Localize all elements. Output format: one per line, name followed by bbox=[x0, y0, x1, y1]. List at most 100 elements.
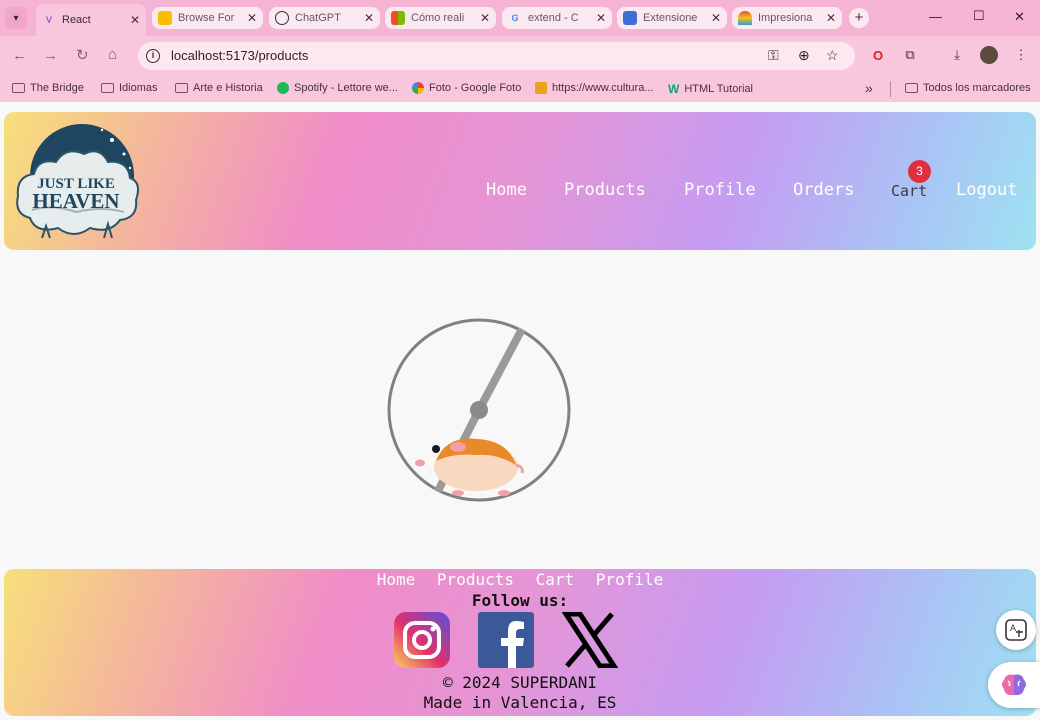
nav-cart[interactable]: Cart bbox=[891, 182, 927, 200]
tab-title: extend - C bbox=[528, 12, 579, 24]
all-bookmarks[interactable]: Todos los marcadores bbox=[905, 82, 1031, 94]
bookmarks-divider bbox=[890, 81, 891, 97]
footer-link-profile[interactable]: Profile bbox=[596, 570, 663, 589]
footer-nav: Home Products Cart Profile bbox=[4, 570, 1036, 589]
home-icon[interactable]: ⌂ bbox=[108, 46, 117, 63]
folder-icon bbox=[175, 83, 188, 93]
nav-profile[interactable]: Profile bbox=[684, 180, 756, 200]
x-twitter-icon[interactable] bbox=[562, 612, 618, 668]
bookmarks-bar: The Bridge Idiomas Arte e Historia Spoti… bbox=[0, 76, 1040, 102]
maximize-icon[interactable]: ☐ bbox=[973, 8, 985, 24]
bookmark-html-tutorial[interactable]: W HTML Tutorial bbox=[668, 82, 753, 96]
site-header: JUST LIKE HEAVEN Home Products Profile O… bbox=[4, 112, 1036, 250]
bookmark-label: Foto - Google Foto bbox=[429, 82, 522, 94]
google-photos-icon bbox=[412, 82, 424, 94]
bookmark-cultura[interactable]: https://www.cultura... bbox=[535, 82, 653, 94]
forward-icon[interactable]: → bbox=[43, 47, 58, 64]
bookmark-spotify[interactable]: Spotify - Lettore we... bbox=[277, 82, 398, 94]
logo-text-bottom: HEAVEN bbox=[32, 189, 119, 213]
tab-react[interactable]: V React ✕ bbox=[36, 4, 146, 36]
bookmark-label: Spotify - Lettore we... bbox=[294, 82, 398, 94]
nav-products[interactable]: Products bbox=[564, 180, 646, 200]
folder-icon bbox=[101, 83, 114, 93]
puzzle-icon bbox=[623, 11, 637, 25]
tab-strip: ▾ V React ✕ Browse For ✕ ChatGPT ✕ Cómo … bbox=[0, 0, 1040, 36]
bookmark-label: https://www.cultura... bbox=[552, 82, 654, 94]
follow-us-label: Follow us: bbox=[471, 591, 569, 610]
tab-title: ChatGPT bbox=[295, 12, 341, 24]
facebook-icon[interactable] bbox=[478, 612, 534, 668]
more-bookmarks-icon[interactable]: » bbox=[865, 80, 873, 96]
tab-title: Cómo reali bbox=[411, 12, 465, 24]
site-info-icon[interactable]: i bbox=[146, 49, 160, 63]
site-footer: Home Products Cart Profile Follow us: © … bbox=[4, 569, 1036, 716]
tab-impresiona[interactable]: Impresiona ✕ bbox=[732, 7, 842, 29]
svg-text:A: A bbox=[1010, 623, 1016, 633]
avatar[interactable] bbox=[980, 46, 998, 64]
close-window-icon[interactable]: ✕ bbox=[1014, 9, 1025, 25]
bookmark-label: The Bridge bbox=[30, 82, 84, 94]
bookmark-label: Todos los marcadores bbox=[923, 82, 1031, 94]
tab-search-button[interactable]: ▾ bbox=[5, 7, 27, 29]
bookmark-label: Idiomas bbox=[119, 82, 158, 94]
reload-icon[interactable]: ↻ bbox=[76, 46, 89, 64]
extensions-icon[interactable]: ⧉ bbox=[901, 46, 919, 64]
bookmark-arte[interactable]: Arte e Historia bbox=[175, 82, 263, 94]
footer-link-cart[interactable]: Cart bbox=[536, 570, 575, 589]
footer-link-home[interactable]: Home bbox=[377, 570, 416, 589]
tab-extensiones[interactable]: Extensione ✕ bbox=[617, 7, 727, 29]
folder-icon bbox=[905, 83, 918, 93]
folder-icon bbox=[12, 83, 25, 93]
chatgpt-icon bbox=[275, 11, 289, 25]
new-tab-button[interactable]: + bbox=[849, 8, 869, 28]
tab-como[interactable]: Cómo reali ✕ bbox=[385, 7, 496, 29]
spotify-icon bbox=[277, 82, 289, 94]
close-icon[interactable]: ✕ bbox=[596, 11, 606, 25]
instagram-icon[interactable] bbox=[394, 612, 450, 668]
footer-link-products[interactable]: Products bbox=[437, 570, 514, 589]
close-icon[interactable]: ✕ bbox=[364, 11, 374, 25]
microsoft-icon bbox=[391, 11, 405, 25]
nav-home[interactable]: Home bbox=[486, 180, 527, 200]
url-text[interactable]: localhost:5173/products bbox=[171, 48, 308, 63]
tab-title: Impresiona bbox=[758, 12, 813, 24]
google-drive-icon bbox=[158, 11, 172, 25]
bookmark-label: HTML Tutorial bbox=[684, 83, 753, 95]
brain-assistant-icon[interactable] bbox=[988, 662, 1040, 708]
made-in-text: Made in Valencia, ES bbox=[423, 693, 617, 712]
rainbow-icon bbox=[738, 11, 752, 25]
zoom-icon[interactable]: ⊕ bbox=[798, 47, 810, 64]
tab-title: React bbox=[62, 14, 91, 26]
tab-browse[interactable]: Browse For ✕ bbox=[152, 7, 263, 29]
nav-orders[interactable]: Orders bbox=[793, 180, 854, 200]
close-icon[interactable]: ✕ bbox=[247, 11, 257, 25]
close-icon[interactable]: ✕ bbox=[711, 11, 721, 25]
google-icon: G bbox=[511, 13, 519, 23]
tab-title: Extensione bbox=[643, 12, 698, 24]
w3schools-icon: W bbox=[668, 82, 680, 96]
download-icon[interactable]: ⤓ bbox=[948, 46, 966, 64]
copyright-text: © 2024 SUPERDANI bbox=[442, 673, 598, 692]
close-icon[interactable]: ✕ bbox=[480, 11, 490, 25]
minimize-icon[interactable]: — bbox=[929, 9, 942, 24]
cart-count-badge: 3 bbox=[908, 160, 931, 183]
tab-title: Browse For bbox=[178, 12, 235, 24]
hamster-loading-icon bbox=[387, 318, 571, 502]
tab-chatgpt[interactable]: ChatGPT ✕ bbox=[269, 7, 380, 29]
nav-logout[interactable]: Logout bbox=[956, 180, 1017, 200]
bookmark-label: Arte e Historia bbox=[193, 82, 263, 94]
bookmark-google-photos[interactable]: Foto - Google Foto bbox=[412, 82, 521, 94]
password-key-icon[interactable]: ⚿ bbox=[768, 47, 779, 64]
bookmark-the-bridge[interactable]: The Bridge bbox=[12, 82, 84, 94]
menu-icon[interactable]: ⋮ bbox=[1012, 46, 1030, 64]
back-icon[interactable]: ← bbox=[12, 47, 27, 64]
translate-icon[interactable]: A bbox=[996, 610, 1036, 650]
star-icon[interactable]: ☆ bbox=[826, 47, 839, 64]
close-icon[interactable]: ✕ bbox=[130, 13, 140, 27]
close-icon[interactable]: ✕ bbox=[826, 11, 836, 25]
vite-icon: V bbox=[45, 15, 52, 25]
bookmark-idiomas[interactable]: Idiomas bbox=[101, 82, 158, 94]
just-like-heaven-logo[interactable]: JUST LIKE HEAVEN bbox=[12, 118, 142, 246]
tab-extend[interactable]: G extend - C ✕ bbox=[502, 7, 612, 29]
opera-icon[interactable]: O bbox=[869, 46, 887, 64]
